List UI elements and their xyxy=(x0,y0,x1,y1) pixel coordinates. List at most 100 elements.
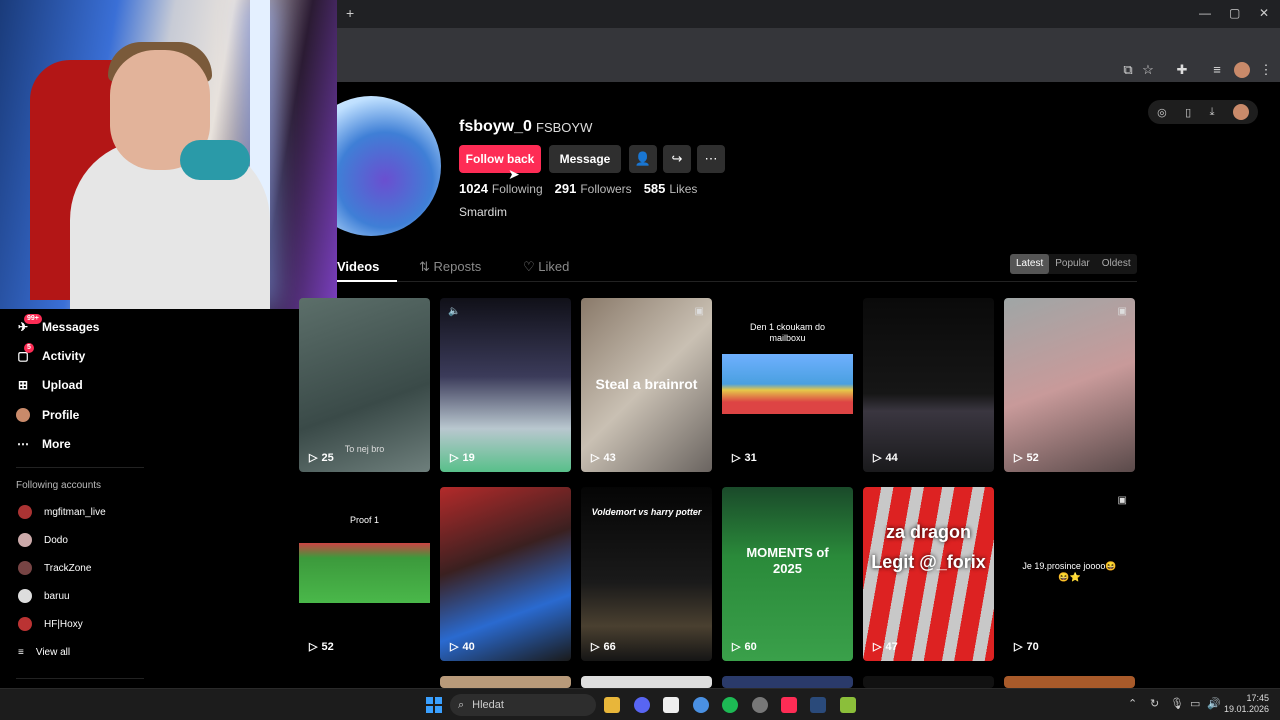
likes-stat: 585 Likes xyxy=(643,181,698,196)
tab-videos[interactable]: Videos xyxy=(337,259,379,274)
sidebar-item-messages[interactable]: ✈ 99+ Messages xyxy=(16,314,100,334)
sort-latest[interactable]: Latest xyxy=(1010,254,1050,274)
video-card[interactable]: Proof 1 ▷ 52 xyxy=(299,487,430,661)
chrome-icon[interactable] xyxy=(693,697,709,713)
video-card[interactable]: MOMENTS of 2025 ▷ 60 xyxy=(722,487,853,661)
sort-oldest[interactable]: Oldest xyxy=(1096,254,1137,274)
taskbar-search[interactable]: ⌕ Hledat xyxy=(450,694,596,716)
view-count: ▷ 19 xyxy=(450,451,475,465)
system-clock[interactable]: 17:45 19.01.2026 xyxy=(1224,693,1269,715)
video-card[interactable]: Voldemort vs harry potter ▷ 66 xyxy=(581,487,712,661)
reading-list-icon[interactable]: ≡ xyxy=(1209,62,1225,78)
following-account[interactable]: Dodo xyxy=(18,533,68,547)
play-icon: ▷ xyxy=(873,641,882,653)
browser-profile-avatar[interactable] xyxy=(1234,62,1250,78)
following-account[interactable]: baruu xyxy=(18,589,70,603)
steam-icon[interactable] xyxy=(810,697,826,713)
video-card[interactable]: ▷ 44 xyxy=(863,298,994,472)
video-caption: MOMENTS of 2025 xyxy=(746,545,829,576)
message-button[interactable]: Message xyxy=(549,145,621,173)
taskbar: ⌕ Hledat ⌃ ↻ 🎙 ▭ 🔊 17:45 19.01.2026 xyxy=(0,688,1280,720)
profile-username: fsboyw_0 xyxy=(459,118,532,135)
video-card[interactable]: Den 1 ckoukam do mailboxu ▷ 31 xyxy=(722,298,853,472)
video-card[interactable]: ▣ ▷ 52 xyxy=(1004,298,1135,472)
spotify-icon[interactable] xyxy=(722,697,738,713)
sidebar-item-activity[interactable]: ▢ 5 Activity xyxy=(16,343,85,363)
profile-avatar xyxy=(337,96,441,238)
tab-liked[interactable]: ♡ Liked xyxy=(523,259,569,275)
windows-start-icon[interactable] xyxy=(426,697,442,713)
view-count: ▷ 44 xyxy=(873,451,898,465)
video-card[interactable]: ▣ Je 19.prosince joooo😆😆⭐ ▷ 70 xyxy=(1004,487,1135,661)
sync-icon[interactable]: ↻ xyxy=(1150,697,1159,710)
bookmark-star-icon[interactable]: ☆ xyxy=(1140,62,1156,78)
tab-reposts[interactable]: ⇅ Reposts xyxy=(419,259,481,275)
sidebar-item-more[interactable]: ⋯ More xyxy=(16,437,71,451)
photo-icon: ▣ xyxy=(1117,495,1127,506)
avatar xyxy=(18,617,32,631)
sidebar-divider xyxy=(16,467,144,468)
follow-back-button[interactable]: Follow back xyxy=(459,145,541,173)
following-account[interactable]: TrackZone xyxy=(18,561,91,575)
messages-badge: 99+ xyxy=(24,314,42,324)
minimize-button[interactable]: — xyxy=(1199,6,1211,20)
active-tab-indicator xyxy=(337,280,397,282)
network-icon[interactable]: ▭ xyxy=(1190,697,1200,710)
video-card[interactable]: To nej bro ▷ 25 xyxy=(299,298,430,472)
user-avatar[interactable] xyxy=(1232,104,1249,120)
sidebar-item-upload[interactable]: ⊞ Upload xyxy=(16,378,83,392)
coin-icon[interactable]: ◎ xyxy=(1157,106,1167,119)
sort-popular[interactable]: Popular xyxy=(1049,254,1095,274)
share-icon[interactable]: ↪ xyxy=(663,145,691,173)
cast-icon[interactable]: ⧉ xyxy=(1120,62,1136,78)
video-card[interactable] xyxy=(722,676,853,688)
microphone-icon[interactable]: 🎙 xyxy=(1170,697,1184,710)
extensions-icon[interactable]: ✚ xyxy=(1174,62,1190,78)
view-count: ▷ 43 xyxy=(591,451,616,465)
video-card[interactable] xyxy=(1004,676,1135,688)
video-card[interactable] xyxy=(863,676,994,688)
video-card[interactable] xyxy=(440,676,571,688)
volume-icon[interactable]: 🔊 xyxy=(1207,697,1221,710)
clock-time: 17:45 xyxy=(1246,693,1270,703)
new-tab-button[interactable]: + xyxy=(346,5,354,21)
close-window-button[interactable]: ✕ xyxy=(1259,6,1269,20)
tiktok-icon[interactable] xyxy=(781,697,797,713)
app-icon[interactable] xyxy=(752,697,768,713)
view-count: ▷ 70 xyxy=(1014,640,1039,654)
file-explorer-icon[interactable] xyxy=(604,697,620,713)
view-all-link[interactable]: ≡ View all xyxy=(18,647,70,658)
sidebar-item-profile[interactable]: Profile xyxy=(16,408,79,422)
maximize-button[interactable]: ▢ xyxy=(1229,6,1240,20)
sidebar-item-label: Upload xyxy=(42,378,83,392)
video-card[interactable] xyxy=(581,676,712,688)
play-icon: ▷ xyxy=(591,641,600,653)
avatar xyxy=(16,408,30,422)
following-stat[interactable]: 1024 Following xyxy=(459,181,543,196)
add-friend-icon[interactable]: 👤 xyxy=(629,145,657,173)
download-icon[interactable]: ⤓ xyxy=(1210,106,1215,119)
device-icon[interactable]: ▯ xyxy=(1185,106,1191,119)
discord-icon[interactable] xyxy=(634,697,650,713)
video-card[interactable]: 🔈 ▷ 19 xyxy=(440,298,571,472)
following-account[interactable]: mgfitman_live xyxy=(18,505,106,519)
video-card[interactable]: ▷ 40 xyxy=(440,487,571,661)
play-icon: ▷ xyxy=(732,452,741,464)
view-count: ▷ 31 xyxy=(732,451,757,465)
following-account[interactable]: HF|Hoxy xyxy=(18,617,83,631)
more-options-icon[interactable]: ⋯ xyxy=(697,145,725,173)
play-icon: ▷ xyxy=(309,452,318,464)
browser-menu-icon[interactable]: ⋮ xyxy=(1258,62,1274,78)
followers-stat[interactable]: 291 Followers xyxy=(555,181,632,196)
snipping-tool-icon[interactable] xyxy=(663,697,679,713)
avatar xyxy=(18,589,32,603)
minecraft-icon[interactable] xyxy=(840,697,856,713)
play-icon: ▷ xyxy=(309,641,318,653)
video-card[interactable]: ▣ Steal a brainrot ▷ 43 xyxy=(581,298,712,472)
video-card[interactable]: za dragon Legit @_forix ▷ 47 xyxy=(863,487,994,661)
mouse-cursor-icon: ➤ xyxy=(508,166,520,182)
view-count: ▷ 52 xyxy=(309,640,334,654)
sidebar-item-label: Messages xyxy=(42,320,100,334)
sound-icon: 🔈 xyxy=(448,306,461,317)
chevron-up-icon[interactable]: ⌃ xyxy=(1128,697,1137,710)
